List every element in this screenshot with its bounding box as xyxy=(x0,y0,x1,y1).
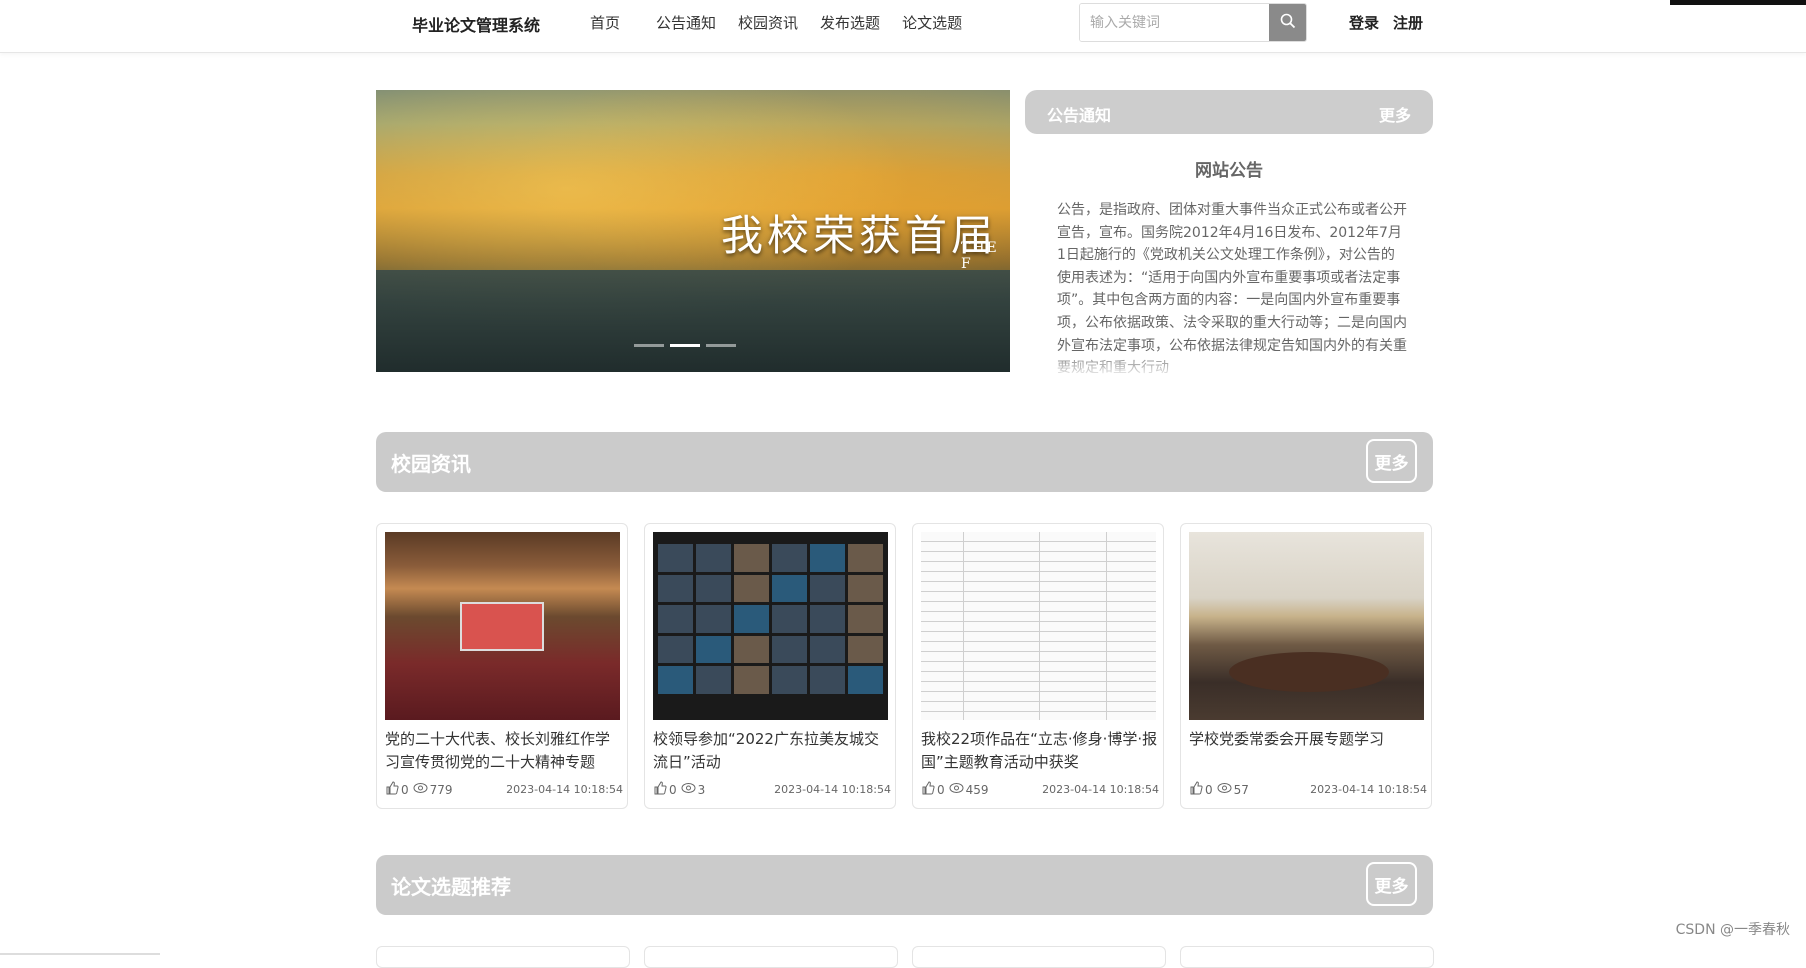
notice-title[interactable]: 网站公告 xyxy=(1025,156,1433,181)
view-count: 459 xyxy=(965,782,989,797)
news-image xyxy=(385,532,620,720)
topic-card[interactable] xyxy=(912,946,1166,968)
news-card[interactable]: 我校22项作品在“立志·修身·博学·报国”主题教育活动中获奖 0 459 202… xyxy=(912,523,1164,809)
video-call-grid xyxy=(658,544,883,694)
news-card[interactable]: 学校党委常委会开展专题学习 0 57 2023-04-14 10:18:54 xyxy=(1180,523,1432,809)
thumbs-up-icon[interactable] xyxy=(1189,781,1205,798)
like-count: 0 xyxy=(1205,782,1213,797)
eye-icon xyxy=(1217,782,1234,797)
news-title: 学校党委常委会开展专题学习 xyxy=(1189,730,1385,748)
view-count: 779 xyxy=(429,782,453,797)
notice-heading: 公告通知 xyxy=(1047,106,1112,125)
thesis-topics-heading: 论文选题推荐 xyxy=(391,875,511,899)
like-count: 0 xyxy=(401,782,409,797)
news-date: 2023-04-14 10:18:54 xyxy=(1042,783,1159,796)
news-title: 我校22项作品在“立志·修身·博学·报国”主题教育活动中获奖 xyxy=(921,730,1158,771)
news-meta: 0 3 2023-04-14 10:18:54 xyxy=(653,781,891,798)
carousel-dot[interactable] xyxy=(706,344,736,347)
meeting-table xyxy=(1229,652,1389,692)
thumbs-up-icon[interactable] xyxy=(653,781,669,798)
corner-bar xyxy=(1670,0,1806,5)
table-columns xyxy=(921,532,1156,720)
news-title: 党的二十大代表、校长刘雅红作学习宣传贯彻党的二十大精神专题辅... xyxy=(385,730,611,771)
like-count: 0 xyxy=(937,782,945,797)
notice-header: 公告通知 更多 xyxy=(1025,90,1433,134)
like-count: 0 xyxy=(669,782,677,797)
thesis-topics-header: 论文选题推荐 更多 xyxy=(376,855,1433,915)
news-meta: 0 57 2023-04-14 10:18:54 xyxy=(1189,781,1427,798)
carousel-indicators xyxy=(634,344,736,347)
stage-screen xyxy=(460,602,544,651)
eye-icon xyxy=(413,782,430,797)
eye-icon xyxy=(949,782,966,797)
banner-lake xyxy=(376,270,1010,372)
search-input[interactable] xyxy=(1080,4,1266,41)
news-title: 校领导参加“2022广东拉美友城交流日”活动 xyxy=(653,730,879,771)
top-navbar: 毕业论文管理系统 首页 公告通知 校园资讯 发布选题 论文选题 登录 注册 xyxy=(0,0,1806,53)
notice-more-link[interactable]: 更多 xyxy=(1379,102,1411,126)
carousel-dot[interactable] xyxy=(634,344,664,347)
login-link[interactable]: 登录 xyxy=(1349,12,1379,33)
thumbs-up-icon[interactable] xyxy=(385,781,401,798)
campus-news-header: 校园资讯 更多 xyxy=(376,432,1433,492)
banner-caption: 我校荣获首届 xyxy=(721,211,998,260)
view-count: 3 xyxy=(697,782,706,797)
news-image xyxy=(653,532,888,720)
search-button[interactable] xyxy=(1269,4,1306,41)
register-link[interactable]: 注册 xyxy=(1393,12,1423,33)
news-card[interactable]: 党的二十大代表、校长刘雅红作学习宣传贯彻党的二十大精神专题辅... 0 779 … xyxy=(376,523,628,809)
news-date: 2023-04-14 10:18:54 xyxy=(774,783,891,796)
csdn-watermark: CSDN @一季春秋 xyxy=(1675,922,1790,938)
nav-campus-news[interactable]: 校园资讯 xyxy=(738,12,798,33)
news-meta: 0 459 2023-04-14 10:18:54 xyxy=(921,781,1159,798)
site-logo[interactable]: 毕业论文管理系统 xyxy=(412,12,540,36)
news-image xyxy=(921,532,1156,720)
nav-notices[interactable]: 公告通知 xyxy=(656,12,716,33)
news-image xyxy=(1189,532,1424,720)
view-count: 57 xyxy=(1233,782,1249,797)
auth-links: 登录 注册 xyxy=(1349,12,1423,33)
news-card[interactable]: 校领导参加“2022广东拉美友城交流日”活动 0 3 2023-04-14 10… xyxy=(644,523,896,809)
main-nav: 首页 公告通知 校园资讯 发布选题 论文选题 xyxy=(590,12,984,33)
nav-publish-topic[interactable]: 发布选题 xyxy=(820,12,880,33)
thumbs-up-icon[interactable] xyxy=(921,781,937,798)
banner-subcaption: THE F xyxy=(961,240,999,272)
thesis-topics-more-button[interactable]: 更多 xyxy=(1366,862,1417,906)
carousel-dot-active[interactable] xyxy=(670,344,700,347)
nav-home[interactable]: 首页 xyxy=(590,12,620,33)
topic-card[interactable] xyxy=(644,946,898,968)
notice-body: 公告，是指政府、团体对重大事件当众正式公布或者公开宣告，宣布。国务院2012年4… xyxy=(1057,199,1407,379)
campus-news-heading: 校园资讯 xyxy=(391,452,471,476)
news-date: 2023-04-14 10:18:54 xyxy=(1310,783,1427,796)
topic-card[interactable] xyxy=(376,946,630,968)
search-box xyxy=(1079,3,1307,42)
topic-card[interactable] xyxy=(1180,946,1434,968)
search-icon xyxy=(1280,13,1296,33)
campus-news-more-button[interactable]: 更多 xyxy=(1366,439,1417,483)
news-date: 2023-04-14 10:18:54 xyxy=(506,783,623,796)
banner-carousel[interactable]: 我校荣获首届 THE F xyxy=(376,90,1010,372)
nav-thesis-topics[interactable]: 论文选题 xyxy=(902,12,962,33)
news-meta: 0 779 2023-04-14 10:18:54 xyxy=(385,781,623,798)
eye-icon xyxy=(681,782,698,797)
